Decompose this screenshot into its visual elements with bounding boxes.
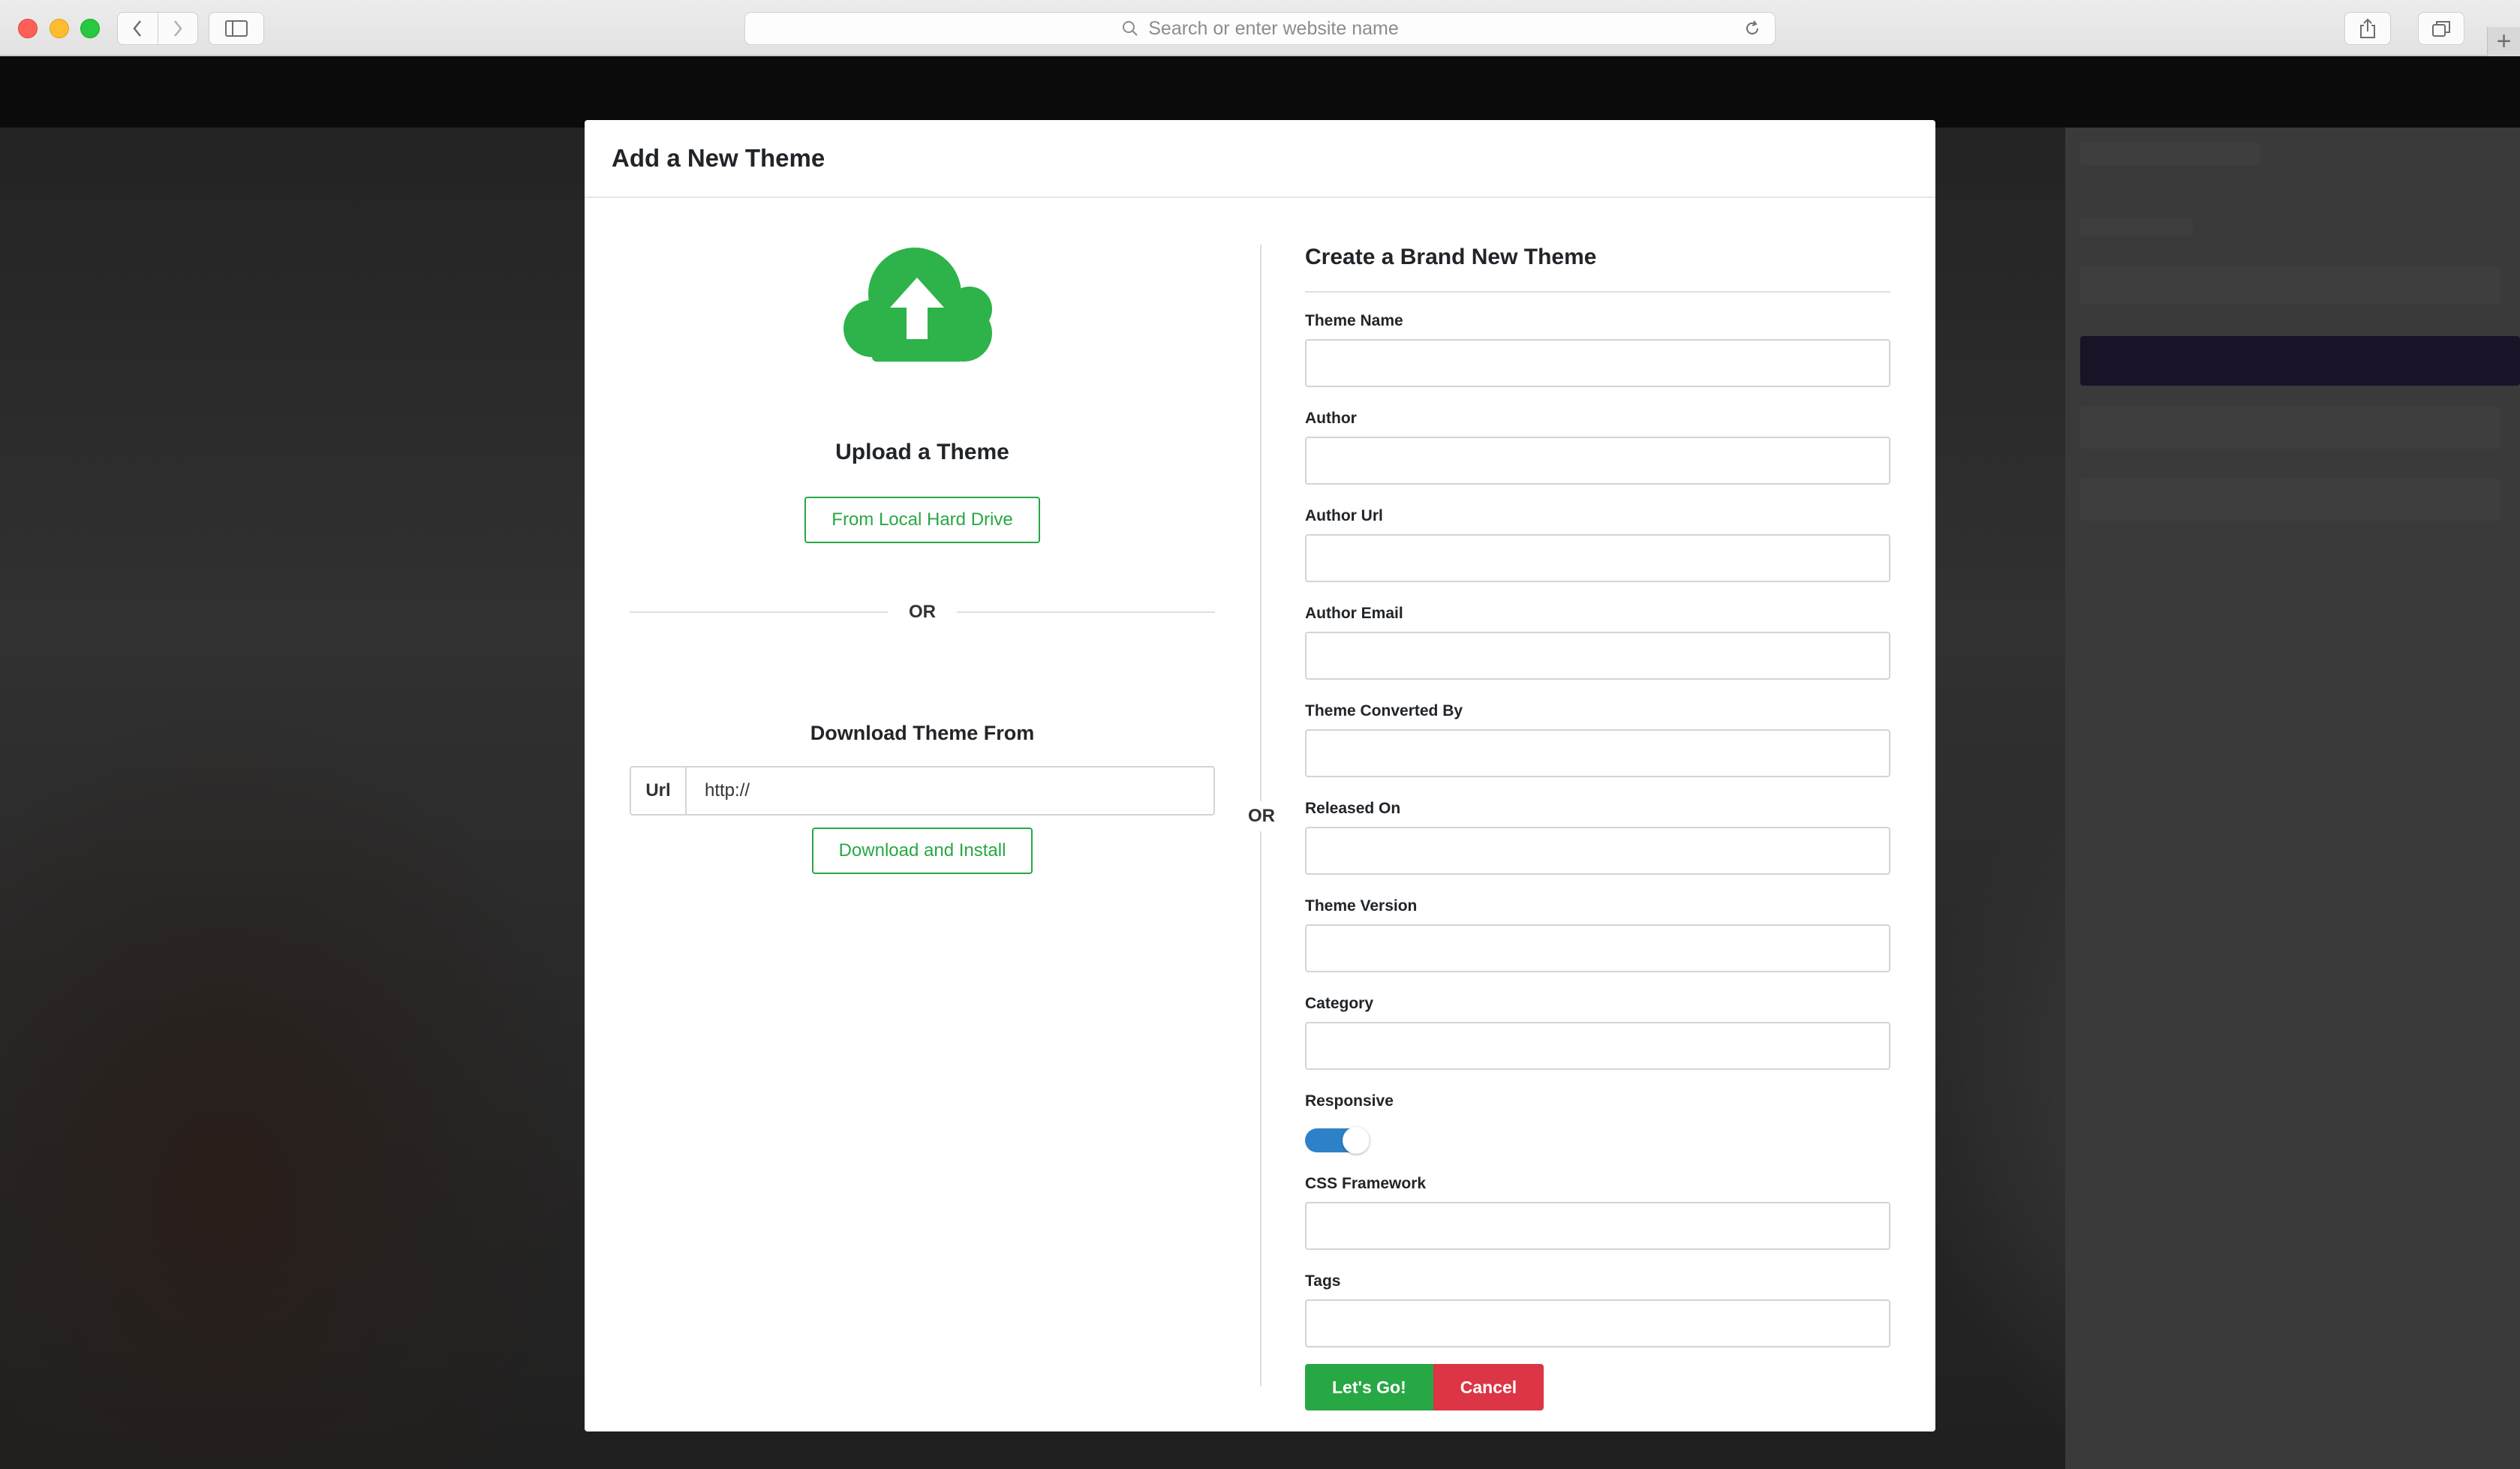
divider-line	[957, 611, 1215, 613]
theme-version-label: Theme Version	[1305, 897, 1418, 915]
theme-name-label: Theme Name	[1305, 312, 1403, 329]
create-theme-form: Create a Brand New Theme Theme Name Auth…	[1305, 245, 1890, 1410]
theme-name-input[interactable]	[1305, 339, 1890, 387]
column-or-label: OR	[1239, 801, 1284, 831]
sidebar-icon	[225, 20, 248, 37]
theme-version-group: Theme Version	[1305, 897, 1890, 972]
chevron-left-icon	[133, 20, 142, 37]
tags-group: Tags	[1305, 1272, 1890, 1347]
css-framework-input[interactable]	[1305, 1202, 1890, 1250]
tabs-icon	[2432, 21, 2450, 37]
author-email-group: Author Email	[1305, 605, 1890, 680]
divider-line	[630, 611, 888, 613]
modal-header: Add a New Theme	[585, 120, 1935, 198]
reload-icon[interactable]	[1743, 20, 1761, 38]
category-label: Category	[1305, 995, 1374, 1012]
author-label: Author	[1305, 410, 1357, 427]
converted-by-group: Theme Converted By	[1305, 702, 1890, 777]
css-framework-group: CSS Framework	[1305, 1175, 1890, 1250]
cloud-upload-icon	[844, 248, 992, 362]
converted-by-label: Theme Converted By	[1305, 702, 1463, 719]
author-url-group: Author Url	[1305, 507, 1890, 582]
plus-icon: +	[2496, 27, 2512, 56]
author-email-label: Author Email	[1305, 605, 1403, 622]
address-placeholder: Search or enter website name	[1148, 17, 1399, 39]
minimize-window-button[interactable]	[50, 19, 69, 38]
download-install-button[interactable]: Download and Install	[811, 828, 1033, 874]
theme-version-input[interactable]	[1305, 924, 1890, 972]
zoom-window-button[interactable]	[80, 19, 100, 38]
search-icon	[1121, 20, 1139, 38]
close-window-button[interactable]	[18, 19, 38, 38]
url-addon: Url	[630, 766, 685, 816]
released-on-input[interactable]	[1305, 827, 1890, 875]
theme-name-group: Theme Name	[1305, 312, 1890, 387]
author-group: Author	[1305, 410, 1890, 485]
share-button[interactable]	[2344, 12, 2391, 45]
tabs-overview-button[interactable]	[2418, 12, 2464, 45]
responsive-toggle[interactable]	[1305, 1127, 1370, 1154]
sidebar-toggle-button[interactable]	[209, 12, 264, 45]
tags-input[interactable]	[1305, 1299, 1890, 1347]
forward-button[interactable]	[157, 13, 198, 44]
author-input[interactable]	[1305, 437, 1890, 485]
lets-go-button[interactable]: Let's Go!	[1305, 1364, 1433, 1410]
form-actions: Let's Go! Cancel	[1305, 1364, 1890, 1410]
author-url-input[interactable]	[1305, 534, 1890, 582]
released-on-group: Released On	[1305, 800, 1890, 875]
toggle-knob	[1343, 1127, 1370, 1154]
upload-title: Upload a Theme	[835, 440, 1009, 464]
category-input[interactable]	[1305, 1022, 1890, 1070]
address-bar[interactable]: Search or enter website name	[744, 12, 1776, 45]
or-divider: OR	[630, 602, 1215, 623]
released-on-label: Released On	[1305, 800, 1401, 817]
back-button[interactable]	[118, 13, 158, 44]
tags-label: Tags	[1305, 1272, 1341, 1290]
url-input-group: Url	[630, 766, 1215, 816]
converted-by-input[interactable]	[1305, 729, 1890, 777]
responsive-label: Responsive	[1305, 1092, 1394, 1110]
browser-toolbar: Search or enter website name +	[0, 0, 2520, 56]
history-nav	[117, 12, 198, 45]
chevron-right-icon	[173, 20, 182, 37]
create-section-title: Create a Brand New Theme	[1305, 245, 1890, 293]
cancel-button[interactable]: Cancel	[1433, 1364, 1544, 1410]
or-label: OR	[909, 602, 936, 622]
new-tab-button[interactable]: +	[2487, 27, 2520, 56]
responsive-group: Responsive	[1305, 1092, 1890, 1154]
author-email-input[interactable]	[1305, 632, 1890, 680]
css-framework-label: CSS Framework	[1305, 1175, 1427, 1192]
from-local-drive-button[interactable]: From Local Hard Drive	[804, 497, 1040, 543]
download-title: Download Theme From	[810, 722, 1035, 744]
modal-title: Add a New Theme	[612, 144, 825, 172]
author-url-label: Author Url	[1305, 507, 1383, 524]
add-theme-modal: Add a New Theme Upload a Theme From Loca…	[585, 120, 1935, 1431]
share-icon	[2360, 18, 2375, 38]
upload-section: Upload a Theme From Local Hard Drive OR …	[630, 245, 1215, 874]
category-group: Category	[1305, 995, 1890, 1070]
url-input[interactable]	[685, 766, 1215, 816]
